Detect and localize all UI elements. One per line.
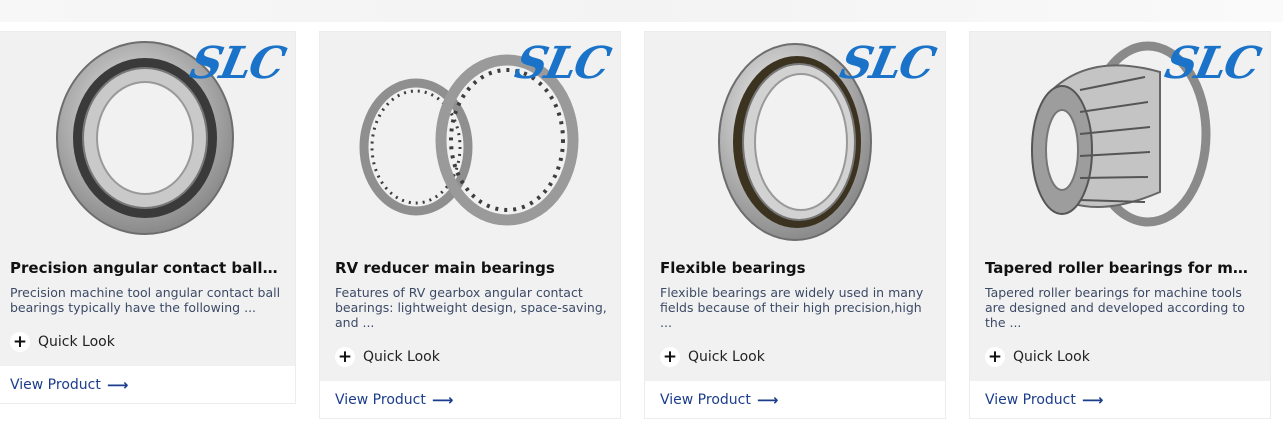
- product-title[interactable]: RV reducer main bearings: [335, 259, 605, 277]
- product-card: SLC Flexible bearings Flexible bearings …: [645, 32, 945, 418]
- product-card: SLC Tapered roller bearings for machine …: [970, 32, 1270, 418]
- top-background-strip: [0, 0, 1283, 22]
- product-card: SLC Precision angular contact ball beari…: [0, 32, 295, 403]
- arrow-right-icon: ⟶: [431, 391, 454, 409]
- product-description: Tapered roller bearings for machine tool…: [985, 285, 1245, 330]
- product-image[interactable]: SLC: [645, 32, 945, 254]
- product-description: Features of RV gearbox angular contact b…: [335, 285, 607, 330]
- view-product-link[interactable]: View Product ⟶: [335, 391, 453, 409]
- arrow-right-icon: ⟶: [106, 376, 129, 394]
- product-description: Precision machine tool angular contact b…: [10, 285, 281, 315]
- product-description: Flexible bearings are widely used in man…: [660, 285, 924, 330]
- plus-icon: +: [10, 332, 30, 352]
- plus-icon: +: [985, 347, 1005, 367]
- product-image[interactable]: SLC: [970, 32, 1270, 254]
- plus-icon: +: [660, 347, 680, 367]
- view-product-link[interactable]: View Product ⟶: [10, 376, 128, 394]
- arrow-right-icon: ⟶: [1081, 391, 1104, 409]
- quick-look-label: Quick Look: [363, 349, 440, 365]
- product-title[interactable]: Precision angular contact ball bearings: [10, 259, 280, 277]
- view-product-label: View Product: [985, 392, 1076, 408]
- brand-logo: SLC: [835, 38, 939, 89]
- brand-logo: SLC: [185, 38, 289, 89]
- view-product-link[interactable]: View Product ⟶: [660, 391, 778, 409]
- product-card: SLC RV reducer main bearings Features of…: [320, 32, 620, 418]
- view-product-label: View Product: [335, 392, 426, 408]
- quick-look-button[interactable]: + Quick Look: [985, 347, 1090, 367]
- quick-look-label: Quick Look: [38, 334, 115, 350]
- brand-logo: SLC: [1160, 38, 1264, 89]
- product-title[interactable]: Flexible bearings: [660, 259, 930, 277]
- quick-look-label: Quick Look: [688, 349, 765, 365]
- quick-look-button[interactable]: + Quick Look: [335, 347, 440, 367]
- brand-logo: SLC: [510, 38, 614, 89]
- view-product-label: View Product: [10, 377, 101, 393]
- product-image[interactable]: SLC: [0, 32, 295, 254]
- plus-icon: +: [335, 347, 355, 367]
- product-image[interactable]: SLC: [320, 32, 620, 254]
- product-title[interactable]: Tapered roller bearings for machine tool…: [985, 259, 1255, 277]
- quick-look-label: Quick Look: [1013, 349, 1090, 365]
- view-product-label: View Product: [660, 392, 751, 408]
- arrow-right-icon: ⟶: [756, 391, 779, 409]
- view-product-link[interactable]: View Product ⟶: [985, 391, 1103, 409]
- quick-look-button[interactable]: + Quick Look: [10, 332, 115, 352]
- quick-look-button[interactable]: + Quick Look: [660, 347, 765, 367]
